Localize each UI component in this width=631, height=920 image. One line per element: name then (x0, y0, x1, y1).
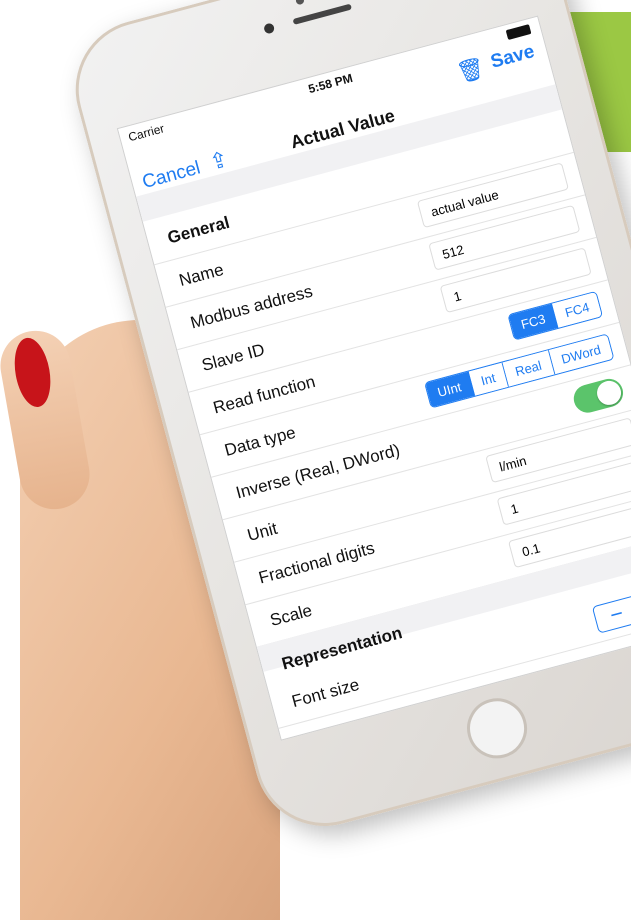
row-label: Font size (289, 674, 362, 712)
segment-fc3[interactable]: FC3 (508, 303, 559, 340)
row-label: Name (176, 259, 226, 290)
segment-real[interactable]: Real (502, 350, 556, 387)
row-label: Slave ID (199, 340, 267, 375)
row-label: Data type (222, 422, 298, 460)
row-label: Scale (268, 600, 315, 630)
nail (9, 335, 56, 410)
segment-uint[interactable]: UInt (424, 371, 475, 408)
decrement-button[interactable]: − (593, 597, 631, 633)
segment-dword[interactable]: DWord (548, 334, 614, 375)
segment-fc4[interactable]: FC4 (552, 291, 602, 328)
toggle-knob (594, 378, 624, 408)
inverse-toggle[interactable] (570, 375, 627, 416)
row-label: Unit (245, 518, 280, 545)
section-general-label: General (165, 212, 232, 248)
